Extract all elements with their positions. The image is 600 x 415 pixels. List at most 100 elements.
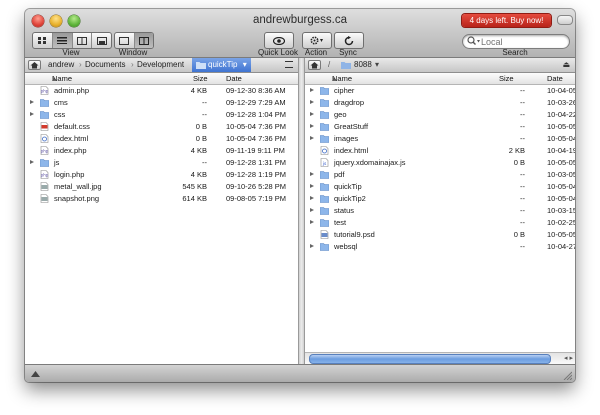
file-name: cms [54,98,68,107]
disclosure-triangle-icon[interactable] [310,172,314,176]
single-pane-button[interactable] [115,33,135,48]
breadcrumb-8088[interactable]: 8088 [354,58,372,72]
file-row[interactable]: default.css 0 B 10-05-04 7:36 PM [25,121,298,132]
file-size: 0 B [195,122,207,131]
file-row[interactable]: metal_wall.jpg 545 KB 09-10-26 5:28 PM [25,181,298,192]
disclosure-triangle-icon[interactable] [310,136,314,140]
file-date: 10-03-15 9:06 [547,206,575,215]
file-row[interactable]: quickTip -- 10-05-04 7:48 [305,181,575,192]
file-row[interactable]: images -- 10-05-04 7:49 [305,133,575,144]
disclosure-triangle-icon[interactable] [310,112,314,116]
right-size-column-header[interactable]: Size [499,73,514,84]
file-size: -- [520,242,525,251]
buy-now-button[interactable]: 4 days left. Buy now! [462,14,551,27]
left-pane-menu-icon[interactable] [285,61,293,68]
file-row[interactable]: pdf -- 10-03-05 4:55 [305,169,575,180]
icon-view-button[interactable] [33,33,53,48]
file-row[interactable]: php index.php 4 KB 09-11-19 9:11 PM [25,145,298,156]
right-home-button[interactable] [308,60,321,70]
file-row[interactable]: status -- 10-03-15 9:06 [305,205,575,216]
left-size-column-header[interactable]: Size [193,73,208,84]
action-menu-button[interactable] [302,32,332,49]
disclosure-triangle-icon[interactable] [310,184,314,188]
single-pane-icon [119,36,130,45]
chevron-down-icon: ▾ [242,60,247,69]
disclosure-triangle-icon[interactable] [310,124,314,128]
sync-button[interactable] [334,32,364,49]
quick-look-button[interactable] [264,32,294,49]
right-date-column-header[interactable]: Date [547,73,563,84]
coverflow-view-button[interactable] [92,33,111,48]
resize-grip-icon[interactable] [563,371,572,380]
file-row[interactable]: quickTip2 -- 10-05-04 7:41 [305,193,575,204]
toolbar: andrewburgess.ca 4 days left. Buy now! V… [25,9,575,58]
file-row[interactable]: php login.php 4 KB 09-12-28 1:19 PM [25,169,298,180]
disclosure-triangle-icon[interactable] [310,208,314,212]
dual-pane-button[interactable] [134,33,153,48]
breadcrumb-development[interactable]: Development [137,58,184,72]
breadcrumb-andrew[interactable]: andrew [48,58,74,72]
icon-grid-icon [37,37,46,44]
window-label: Window [118,48,148,57]
file-name: default.css [54,122,90,131]
buy-now-label: 4 days left. Buy now! [469,16,544,25]
toolbar-toggle-button[interactable] [557,15,573,25]
disclosure-triangle-icon[interactable] [310,244,314,248]
file-row[interactable]: tutorial9.psd 0 B 10-05-05 8:56 [305,229,575,240]
file-size: -- [202,98,207,107]
file-type-icon [40,194,49,206]
folder-icon [319,207,330,215]
breadcrumb-quicktip[interactable]: quickTip ▾ [192,58,251,72]
expand-up-icon[interactable] [31,371,40,378]
right-horizontal-scrollbar[interactable]: ◂ ▸ [305,352,575,364]
file-date: 09-10-26 5:28 PM [226,182,287,191]
file-size: -- [520,134,525,143]
search-icon [467,36,480,45]
file-row[interactable]: GreatStuff -- 10-05-05 8:57 [305,121,575,132]
left-home-button[interactable] [28,60,41,70]
right-path-bar: / 8088 ▾ ⏏ [305,58,575,73]
file-row[interactable]: geo -- 10-04-22 [305,109,575,120]
pane-divider[interactable] [298,58,305,364]
scroll-arrows-icon[interactable]: ◂ ▸ [564,354,573,362]
breadcrumb-root[interactable]: / [328,58,330,72]
search-field[interactable] [462,34,570,49]
disclosure-triangle-icon[interactable] [310,220,314,224]
file-row[interactable]: dragdrop -- 10-03-26 4:09 [305,97,575,108]
file-row[interactable]: index.html 0 B 10-05-04 7:36 PM [25,133,298,144]
file-row[interactable]: css -- 09-12-28 1:04 PM [25,109,298,120]
list-view-button[interactable] [52,33,73,48]
disclosure-triangle-icon[interactable] [310,88,314,92]
scrollbar-thumb[interactable] [309,354,551,364]
folder-icon [319,99,330,107]
disclosure-triangle-icon[interactable] [310,100,314,104]
file-date: 10-05-04 7:36 PM [226,134,287,143]
left-pane: andrew › Documents › Development quickTi… [25,58,298,364]
file-row[interactable]: index.html 2 KB 10-04-19 [305,145,575,156]
file-row[interactable]: js -- 09-12-28 1:31 PM [25,157,298,168]
file-row[interactable]: cipher -- 10-04-05 [305,85,575,96]
file-row[interactable]: cms -- 09-12-29 7:29 AM [25,97,298,108]
disclosure-triangle-icon[interactable] [310,196,314,200]
dual-pane-icon [138,36,149,45]
file-row[interactable]: snapshot.png 614 KB 09-08-05 7:19 PM [25,193,298,204]
disclosure-triangle-icon[interactable] [30,112,34,116]
breadcrumb-documents[interactable]: Documents [85,58,125,72]
html-file-icon [320,146,329,155]
file-row[interactable]: websql -- 10-04-27 9:14 [305,241,575,252]
file-date: 10-05-04 7:41 [547,194,575,203]
eject-icon[interactable]: ⏏ [562,61,570,69]
file-name: dragdrop [334,98,365,107]
left-date-column-header[interactable]: Date [226,73,242,84]
svg-text:php: php [41,149,49,154]
file-row[interactable]: js jquery.xdomainajax.js 0 B 10-05-05 9:03 [305,157,575,168]
disclosure-triangle-icon[interactable] [30,160,34,164]
file-name: quickTip2 [334,194,366,203]
file-row[interactable]: test -- 10-02-25 8:45 [305,217,575,228]
column-view-button[interactable] [73,33,93,48]
file-date: 10-04-19 [547,146,575,155]
disclosure-triangle-icon[interactable] [30,100,34,104]
search-input[interactable] [481,35,563,48]
chevron-down-icon[interactable]: ▾ [375,58,379,72]
file-row[interactable]: php admin.php 4 KB 09-12-30 8:36 AM [25,85,298,96]
